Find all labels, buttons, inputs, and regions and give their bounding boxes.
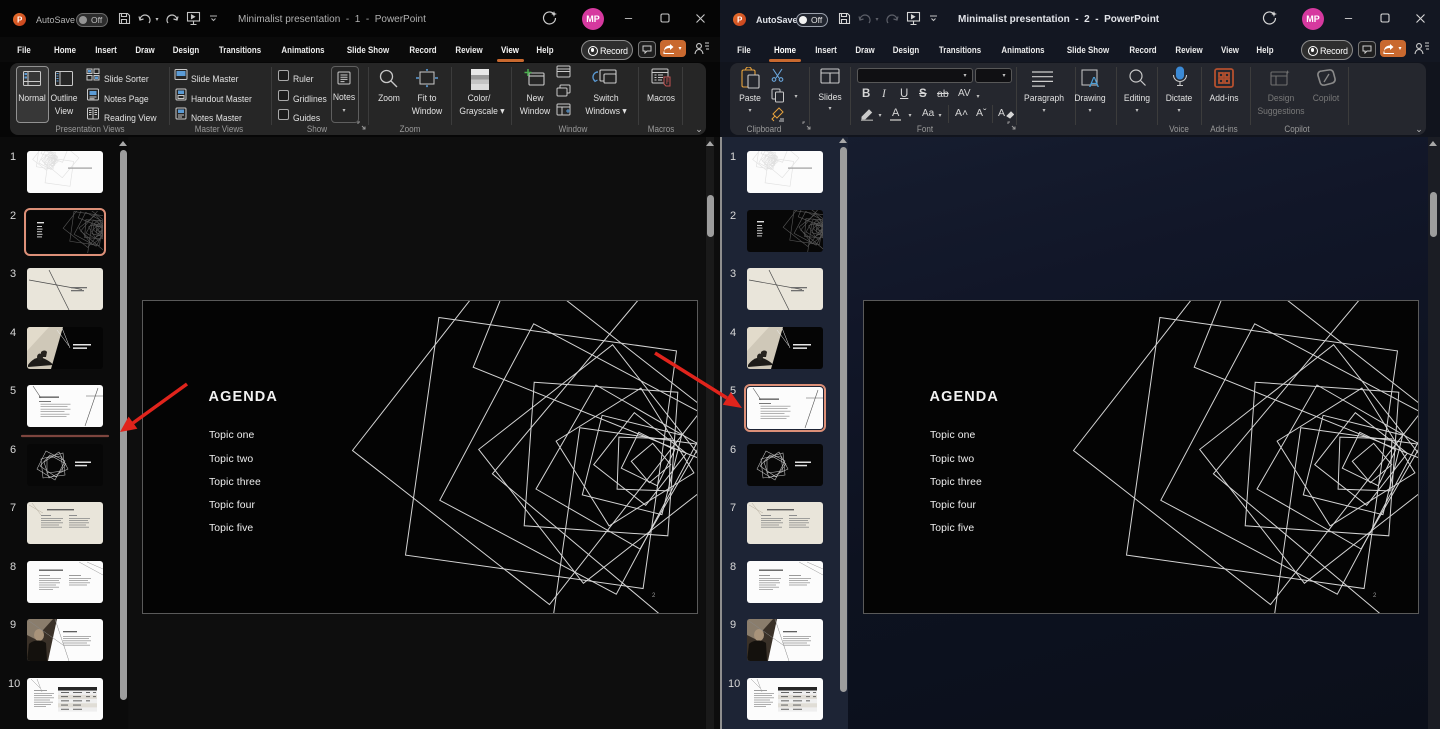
svg-text:P: P bbox=[17, 16, 23, 25]
svg-text:A: A bbox=[1089, 74, 1099, 89]
svg-text:P: P bbox=[737, 16, 743, 25]
